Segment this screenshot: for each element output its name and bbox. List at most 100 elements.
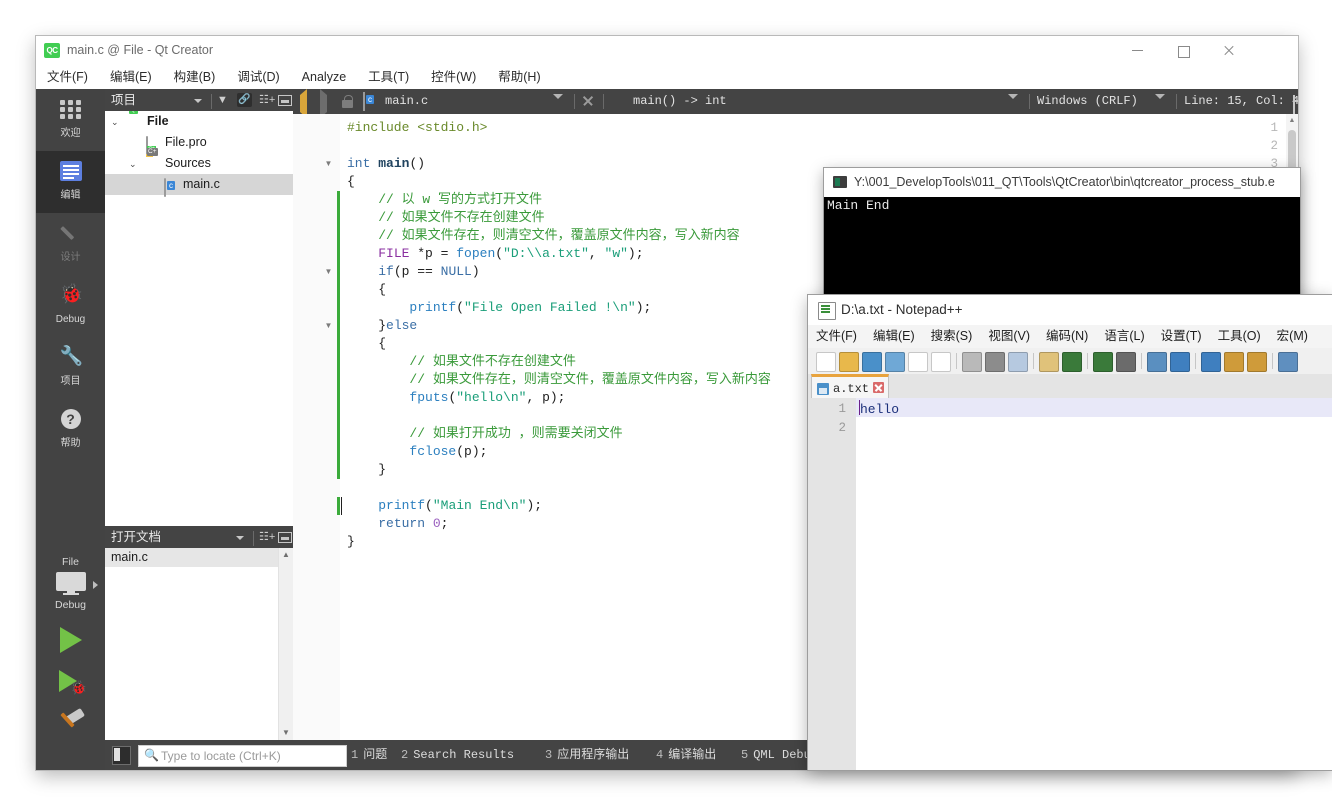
chevron-down-icon[interactable]: ⌄ — [129, 160, 138, 169]
new-file-icon[interactable] — [816, 352, 836, 372]
code-line[interactable]: { — [347, 281, 386, 299]
save-icon[interactable] — [862, 352, 882, 372]
code-line[interactable]: // 如果文件存在，则清空文件，覆盖原文件内容，写入新内容 — [347, 371, 770, 389]
menu-item-4[interactable]: Analyze — [291, 65, 357, 89]
editor-gutter[interactable] — [293, 114, 340, 740]
close-all-icon[interactable] — [931, 352, 951, 372]
scroll-up-icon[interactable]: ▲ — [1286, 114, 1298, 127]
zoom-out-icon[interactable] — [1201, 352, 1221, 372]
output-pane-search-results[interactable]: 2 Search Results — [401, 747, 514, 763]
minimize-panel-icon[interactable] — [277, 93, 292, 107]
zoom-in-icon[interactable] — [1170, 352, 1190, 372]
line-ending-selector[interactable]: Windows (CRLF) — [1037, 94, 1138, 108]
code-line[interactable]: fclose(p); — [347, 443, 487, 461]
tab-a-txt[interactable]: a.txt — [811, 374, 889, 398]
code-line[interactable]: return 0; — [347, 515, 448, 533]
tree-item-main-c[interactable]: main.c — [105, 174, 293, 197]
code-line[interactable]: }else — [347, 317, 417, 335]
tree-item-file-pro[interactable]: File.pro — [105, 132, 293, 155]
link-sync-icon[interactable]: 🔗 — [237, 93, 252, 107]
fold-marker-icon[interactable]: ▼ — [323, 263, 334, 281]
npp-menu-item-4[interactable]: 编码(N) — [1038, 325, 1096, 348]
mode-projects[interactable]: 🔧 项目 — [36, 337, 105, 399]
code-line[interactable]: printf("File Open Failed !\n"); — [347, 299, 651, 317]
close-icon[interactable] — [873, 382, 884, 393]
mode-debug[interactable]: 🐞 Debug — [36, 275, 105, 337]
output-pane-application-output[interactable]: 3 应用程序输出 — [545, 747, 629, 763]
fold-marker-icon[interactable]: ▼ — [323, 155, 334, 173]
menu-item-5[interactable]: 工具(T) — [357, 65, 420, 89]
mode-edit[interactable]: 编辑 — [36, 151, 105, 213]
split-add-icon[interactable]: ☷+ — [258, 93, 275, 107]
npp-menu-item-1[interactable]: 编辑(E) — [865, 325, 923, 348]
code-line[interactable]: } — [347, 461, 386, 479]
redo-icon[interactable] — [1093, 352, 1113, 372]
code-line[interactable]: fputs("hello\n", p); — [347, 389, 565, 407]
mode-design[interactable]: 设计 — [36, 213, 105, 275]
toggle-sidebar-icon[interactable] — [112, 746, 131, 765]
code-line[interactable]: hello — [860, 400, 899, 419]
code-line[interactable]: // 如果文件存在，则清空文件，覆盖原文件内容，写入新内容 — [347, 227, 739, 245]
code-line[interactable]: // 如果文件不存在创建文件 — [347, 209, 544, 227]
menu-item-1[interactable]: 编辑(E) — [99, 65, 163, 89]
debug-button[interactable]: 🐞 — [36, 660, 105, 702]
back-arrow-icon[interactable] — [300, 89, 307, 118]
npp-menu-item-2[interactable]: 搜索(S) — [923, 325, 981, 348]
minimize-button[interactable] — [1114, 36, 1160, 65]
menu-item-2[interactable]: 构建(B) — [163, 65, 227, 89]
npp-menu-item-5[interactable]: 语言(L) — [1096, 325, 1152, 348]
sync-horizontal-icon[interactable] — [1247, 352, 1267, 372]
locator-input[interactable]: 🔍 Type to locate (Ctrl+K) — [138, 745, 347, 767]
save-all-icon[interactable] — [885, 352, 905, 372]
code-line[interactable]: #include <stdio.h> — [347, 119, 487, 137]
code-line[interactable]: if(p == NULL) — [347, 263, 479, 281]
npp-menu-item-3[interactable]: 视图(V) — [980, 325, 1038, 348]
tree-item-sources[interactable]: ⌄ Sources — [105, 153, 293, 174]
npp-menu-item-8[interactable]: 宏(M) — [1269, 325, 1316, 348]
run-button[interactable] — [36, 618, 105, 660]
split-editor-icon[interactable] — [1293, 95, 1295, 114]
copy-icon[interactable] — [1008, 352, 1028, 372]
scroll-down-icon[interactable]: ▼ — [279, 726, 293, 740]
chevron-down-icon[interactable]: ⌄ — [111, 118, 120, 127]
editor-file-name[interactable]: main.c — [385, 94, 428, 108]
close-file-icon[interactable] — [908, 352, 928, 372]
menu-item-6[interactable]: 控件(W) — [420, 65, 487, 89]
fold-marker-icon[interactable]: ▼ — [323, 317, 334, 335]
code-line[interactable]: // 以 w 写的方式打开文件 — [347, 191, 542, 209]
scroll-up-icon[interactable]: ▲ — [279, 548, 293, 562]
code-line[interactable]: int main() — [347, 155, 425, 173]
close-button[interactable] — [1206, 36, 1252, 65]
tree-item-file[interactable]: ⌄ File — [105, 111, 293, 132]
maximize-button[interactable] — [1160, 36, 1206, 65]
open-folder-icon[interactable] — [839, 352, 859, 372]
kit-selector-button[interactable] — [36, 572, 105, 596]
forward-arrow-icon[interactable] — [320, 89, 327, 118]
split-add-icon[interactable]: ☷+ — [258, 530, 275, 544]
npp-menu-item-0[interactable]: 文件(F) — [808, 325, 865, 348]
menu-item-3[interactable]: 调试(D) — [226, 65, 290, 89]
replace-icon[interactable] — [1147, 352, 1167, 372]
code-line[interactable]: { — [347, 335, 386, 353]
documents-dropdown[interactable] — [232, 530, 247, 544]
code-line[interactable]: FILE *p = fopen("D:\\a.txt", "w"); — [347, 245, 643, 263]
code-line[interactable]: { — [347, 173, 355, 191]
cut-icon[interactable] — [985, 352, 1005, 372]
output-pane-problems[interactable]: 1 问题 — [351, 747, 387, 763]
documents-scrollbar[interactable]: ▲ ▼ — [278, 548, 293, 740]
mode-help[interactable]: ? 帮助 — [36, 399, 105, 461]
code-line[interactable]: printf("Main End\n"); — [347, 497, 542, 515]
notepadpp-editor[interactable]: 1 hello 2 — [808, 398, 1332, 770]
sync-vertical-icon[interactable] — [1224, 352, 1244, 372]
menu-item-0[interactable]: 文件(F) — [36, 65, 99, 89]
npp-menu-item-6[interactable]: 设置(T) — [1153, 325, 1210, 348]
word-wrap-icon[interactable] — [1278, 352, 1298, 372]
mode-welcome[interactable]: 欢迎 — [36, 89, 105, 151]
menu-item-7[interactable]: 帮助(H) — [487, 65, 551, 89]
code-line[interactable]: // 如果文件不存在创建文件 — [347, 353, 575, 371]
paste-icon[interactable] — [1039, 352, 1059, 372]
undo-icon[interactable] — [1062, 352, 1082, 372]
console-output[interactable]: Main End — [824, 197, 1300, 302]
list-item[interactable]: main.c — [105, 548, 293, 567]
code-line[interactable]: } — [347, 533, 355, 551]
